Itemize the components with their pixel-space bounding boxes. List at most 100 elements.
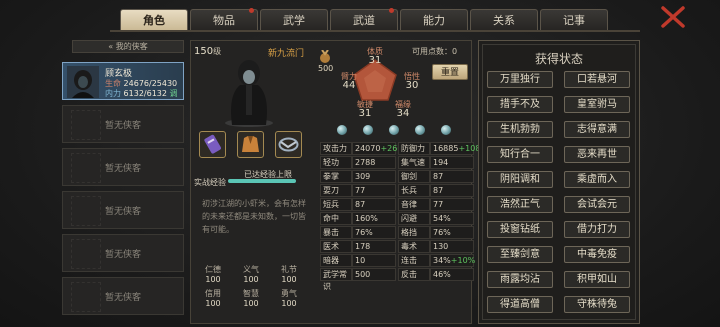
tab-2[interactable]: 武学 [260,9,328,31]
attribute-number: 76% [355,228,373,237]
attribute-key: 闪避 [398,212,430,225]
attribute-key: 暴击 [320,226,352,239]
status-item[interactable]: 恶来再世 [564,146,630,163]
virtue-label: 信用 [205,289,221,298]
status-item[interactable]: 万里独行 [487,71,553,88]
attribute-row: 暴击 76% 格挡 76% [320,226,474,240]
attribute-key: 音律 [398,198,430,211]
hero-slot-empty[interactable]: 暂无侠客 [62,105,184,143]
attribute-number: 160% [355,214,378,223]
virtue-item: 礼节 100 [270,264,308,284]
attribute-number: 87 [433,186,444,195]
attribute-number: 2788 [355,158,376,167]
status-item[interactable]: 至臻剑意 [487,246,553,263]
attribute-value: 194 [430,156,474,169]
empty-slot-label: 暂无侠客 [104,293,141,303]
hero-slot-empty[interactable]: 暂无侠客 [62,234,184,272]
equip-slot-armor[interactable] [237,131,264,158]
status-item[interactable]: 知行合一 [487,146,553,163]
stat-left-value: 44 [342,80,356,91]
attribute-bonus: +10% [450,256,476,265]
status-item[interactable]: 志得意满 [564,121,630,138]
attribute-key: 集气速度 [398,156,430,179]
status-item[interactable]: 措手不及 [487,96,553,113]
virtue-value: 100 [281,299,297,308]
virtue-label: 礼节 [281,265,297,274]
stat-br-value: 34 [396,108,410,119]
attribute-key: 防御力 [398,142,430,155]
close-icon[interactable] [660,6,686,28]
attribute-number: 309 [355,172,371,181]
meridian-orb-icon[interactable] [363,125,373,135]
notification-dot-icon [389,8,394,13]
attribute-number: 16885 [433,144,459,153]
attribute-key: 命中 [320,212,352,225]
attribute-value: 130 [430,240,474,253]
status-item[interactable]: 会试会元 [564,196,630,213]
stat-bl-value: 31 [358,108,372,119]
tab-3[interactable]: 武道 [330,8,398,31]
hero-slot-empty[interactable]: 暂无侠客 [62,191,184,229]
virtue-value: 100 [281,275,297,284]
status-item[interactable]: 生机勃勃 [487,121,553,138]
status-item[interactable]: 投窗钻纸 [487,221,553,238]
meridian-orb-icon[interactable] [441,125,451,135]
character-description: 初涉江湖的小虾米，会有怎样的未来还都是未知数，一切皆有可能。 [202,199,306,234]
tab-label: 武学 [283,14,305,27]
status-item[interactable]: 皇室驸马 [564,96,630,113]
virtue-item: 智慧 100 [232,288,270,308]
meridian-orb-icon[interactable] [337,125,347,135]
attribute-value: 309 [352,170,396,183]
attribute-number: 77 [433,200,444,209]
empty-slot-label: 暂无侠客 [104,250,141,260]
attribute-value: 87 [430,170,474,183]
reset-button[interactable]: 重置 [432,64,468,80]
hero-list-header: « 我的侠客 [72,40,184,53]
meridian-orb-icon[interactable] [389,125,399,135]
tab-0[interactable]: 角色 [120,9,188,31]
tab-4[interactable]: 能力 [400,9,468,31]
tab-label: 关系 [493,14,515,27]
status-item[interactable]: 乘虚而入 [564,171,630,188]
hero-slot-active[interactable]: 顾玄极 生命 24676/25430 内力 6132/6132 调 [62,62,184,100]
status-item[interactable]: 浩然正气 [487,196,553,213]
attribute-number: 130 [433,242,449,251]
status-item[interactable]: 阴阳调和 [487,171,553,188]
attribute-key: 拳掌 [320,170,352,183]
status-item[interactable]: 守株待兔 [564,296,630,313]
attribute-number: 10 [355,256,366,265]
hero-slot-empty[interactable]: 暂无侠客 [62,277,184,315]
hero-slot-empty[interactable]: 暂无侠客 [62,148,184,186]
attribute-value: 16885+1080 [430,142,486,155]
equip-slot-weapon[interactable] [199,131,226,158]
empty-slot-label: 暂无侠客 [104,164,141,174]
status-item[interactable]: 积甲如山 [564,271,630,288]
status-item[interactable]: 口若悬河 [564,71,630,88]
attribute-row: 短兵 87 音律 77 [320,198,474,212]
tab-1[interactable]: 物品 [190,8,258,31]
tab-5[interactable]: 关系 [470,9,538,31]
status-item[interactable]: 得道高僧 [487,296,553,313]
notification-dot-icon [249,8,254,13]
virtue-value: 100 [205,275,221,284]
status-item[interactable]: 雨露均沾 [487,271,553,288]
tab-underline [110,30,640,32]
attribute-key: 御剑 [398,170,430,183]
tab-label: 武道 [353,14,375,27]
exp-label: 实战经验 [194,178,226,187]
stat-top-value: 31 [368,55,382,66]
attribute-value: 2788 [352,156,396,169]
character-portrait [225,60,273,127]
equip-slot-accessory[interactable] [275,131,302,158]
tab-label: 能力 [423,14,445,27]
empty-slot-label: 暂无侠客 [104,207,141,217]
chevron-left-icon: « [108,42,114,51]
attribute-pentagon: 体质 31 臂力 44 悟性 30 敏捷 31 福缘 34 [320,46,430,122]
virtue-label: 义气 [243,265,259,274]
status-item[interactable]: 借力打力 [564,221,630,238]
status-item[interactable]: 中毒免疫 [564,246,630,263]
attribute-number: 194 [433,158,449,167]
tab-6[interactable]: 记事 [540,9,608,31]
attribute-key: 暗器 [320,254,352,267]
meridian-orb-icon[interactable] [415,125,425,135]
